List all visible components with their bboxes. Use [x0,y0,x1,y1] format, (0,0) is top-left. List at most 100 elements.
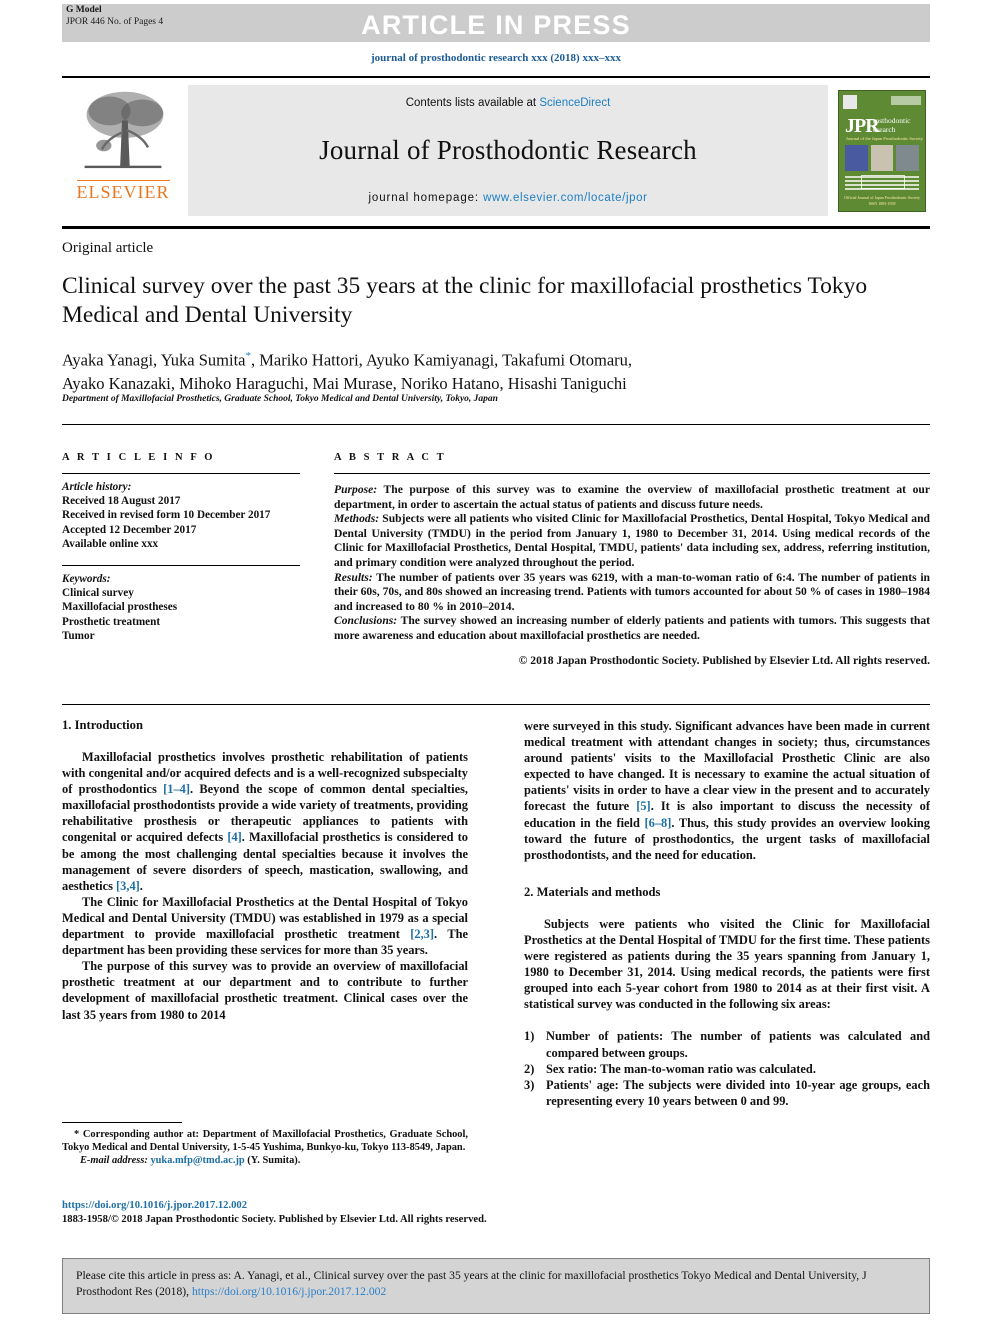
article-history-received: Received 18 August 2017 [62,495,181,508]
abstract-column: A B S T R A C T Purpose: The purpose of … [334,452,930,668]
masthead-center: Contents lists available at ScienceDirec… [188,85,828,216]
section-heading-introduction: 1. Introduction [62,718,143,732]
cover-photo-strip [845,145,920,171]
body-column-left: 1. Introduction Maxillofacial prosthetic… [62,718,468,1023]
email-footnote: E-mail address: yuka.mfp@tmd.ac.jp (Y. S… [62,1154,468,1167]
sciencedirect-link[interactable]: ScienceDirect [539,97,610,109]
citation-ref[interactable]: [3,4] [116,879,140,893]
abstract-methods-label: Methods: [334,512,380,526]
gmodel-label: G Model [66,5,102,15]
doi-block: https://doi.org/10.1016/j.jpor.2017.12.0… [62,1199,562,1226]
journal-running-head: journal of prosthodontic research xxx (2… [371,52,621,64]
journal-title: Journal of Prosthodontic Research [319,135,697,165]
intro-p1-d: . [139,878,143,893]
homepage-prefix: journal homepage: [368,192,484,204]
article-in-press-label: ARTICLE IN PRESS [361,10,631,40]
article-history-label: Article history: [62,481,132,493]
abstract-conclusions: Conclusions: The survey showed an increa… [334,614,930,643]
article-in-press-banner: ARTICLE IN PRESS [62,4,930,42]
citation-ref[interactable]: [5] [636,799,650,813]
masthead: ELSEVIER Contents lists available at Sci… [62,80,930,222]
email-link[interactable]: yuka.mfp@tmd.ac.jp [150,1155,244,1166]
intro-p2-a: The Clinic for Maxillofacial Prosthetics… [62,894,468,942]
corresponding-author-text: Corresponding author at: Department of M… [62,1129,468,1153]
info-section-top-rule [62,424,930,425]
article-history-revised: Received in revised form 10 December 201… [62,509,271,522]
list-item-number: 2) [524,1061,535,1076]
list-item-number: 1) [524,1029,535,1044]
abstract-conclusions-text: The survey showed an increasing number o… [334,614,930,642]
info-section-bottom-rule [62,704,930,705]
abstract-copyright: © 2018 Japan Prosthodontic Society. Publ… [518,653,930,667]
authors-line-2: Ayako Kanazaki, Mihoko Haraguchi, Mai Mu… [62,373,627,393]
citation-ref[interactable]: [6–8] [645,816,672,830]
abstract-purpose-text: The purpose of this survey was to examin… [334,483,930,511]
abstract-methods: Methods: Subjects were all patients who … [334,512,930,570]
article-info-column: A R T I C L E I N F O Article history: R… [62,452,300,643]
keyword-item: Maxillofacial prostheses [62,601,178,614]
issn-copyright-line: 1883-1958/© 2018 Japan Prosthodontic Soc… [62,1213,487,1225]
elsevier-tree-icon [84,91,164,169]
cite-text: Please cite this article in press as: A.… [76,1268,916,1300]
doi-link[interactable]: https://doi.org/10.1016/j.jpor.2017.12.0… [62,1199,562,1213]
abstract-results-text: The number of patients over 35 years was… [334,570,930,613]
cite-doi-link[interactable]: https://doi.org/10.1016/j.jpor.2017.12.0… [192,1285,386,1298]
email-label: E-mail address: [80,1155,148,1166]
list-item: 2) Sex ratio: The man-to-woman ratio was … [524,1061,930,1077]
article-history-accepted: Accepted 12 December 2017 [62,523,197,536]
body-column-right: were surveyed in this study. Significant… [524,718,930,1109]
journal-homepage-link[interactable]: www.elsevier.com/locate/jpor [483,192,647,204]
journal-homepage-line: journal homepage: www.elsevier.com/locat… [368,192,647,204]
intro-paragraph-2: The Clinic for Maxillofacial Prosthetics… [62,894,468,958]
keyword-item: Tumor [62,629,95,642]
methods-survey-areas-list: 1) Number of patients: The number of pati… [524,1028,930,1108]
gmodel-pages: JPOR 446 No. of Pages 4 [66,16,164,27]
list-item-number: 3) [524,1077,535,1092]
abstract-rule [334,473,930,474]
list-item: 3) Patients' age: The subjects were divid… [524,1077,930,1109]
keywords-label: Keywords: [62,573,111,586]
cover-logo-box [843,95,857,109]
cover-footer: Official Journal of Japan Prosthodontic … [839,195,925,206]
intro-paragraph-continued: were surveyed in this study. Significant… [524,718,930,863]
intro-paragraph-1: Maxillofacial prosthetics involves prost… [62,749,468,894]
abstract-heading: A B S T R A C T [334,452,447,463]
keywords-block: Keywords: Clinical survey Maxillofacial … [62,572,300,643]
methods-paragraph-1: Subjects were patients who visited the C… [524,916,930,1012]
corresponding-author-footnote: * Corresponding author at: Department of… [62,1128,468,1154]
cover-word-research: esearch [873,125,896,134]
email-suffix: (Y. Sumita). [244,1155,301,1166]
citation-ref[interactable]: [4] [227,830,241,844]
author-list: Ayaka Yanagi, Yuka Sumita*, Mariko Hatto… [62,345,902,395]
journal-cover-image: JPR rosthodontic esearch Journal of the … [838,90,926,212]
citation-ref[interactable]: [1–4] [163,782,190,796]
abstract-purpose: Purpose: The purpose of this survey was … [334,483,930,512]
abstract-purpose-label: Purpose: [334,483,378,496]
elsevier-wordmark: ELSEVIER [76,180,170,202]
elsevier-logo: ELSEVIER [62,80,184,222]
cover-footer-line2: ISSN 1883-1958 [868,200,896,206]
article-type: Original article [62,240,154,256]
gmodel-info: G Model JPOR 446 No. of Pages 4 [66,5,163,28]
contents-available-line: Contents lists available at ScienceDirec… [406,97,611,109]
abstract-body: Purpose: The purpose of this survey was … [334,483,930,668]
abstract-conclusions-label: Conclusions: [334,614,398,628]
article-info-rule [62,473,300,474]
keywords-rule [62,565,300,567]
affiliation: Department of Maxillofacial Prosthetics,… [62,394,498,404]
authors-line-1b: , Mariko Hattori, Ayuko Kamiyanagi, Taka… [250,350,633,370]
article-history-online: Available online xxx [62,537,159,550]
abstract-methods-text: Subjects were all patients who visited C… [334,512,930,569]
list-item-text: Patients' age: The subjects were divided… [546,1077,930,1108]
citation-ref[interactable]: [2,3] [410,927,434,941]
abstract-results: Results: The number of patients over 35 … [334,571,930,615]
article-info-heading: A R T I C L E I N F O [62,452,216,463]
footnote-block: * Corresponding author at: Department of… [62,1128,468,1167]
list-item-text: Sex ratio: The man-to-woman ratio was ca… [546,1061,816,1076]
authors-line-1a: Ayaka Yanagi, Yuka Sumita [62,350,246,370]
cover-subtitle: Journal of the Japan Prosthodontic Socie… [846,136,923,141]
article-page: ARTICLE IN PRESS G Model JPOR 446 No. of… [0,0,992,1323]
cover-footer-line1: Official Journal of Japan Prosthodontic … [844,195,920,200]
